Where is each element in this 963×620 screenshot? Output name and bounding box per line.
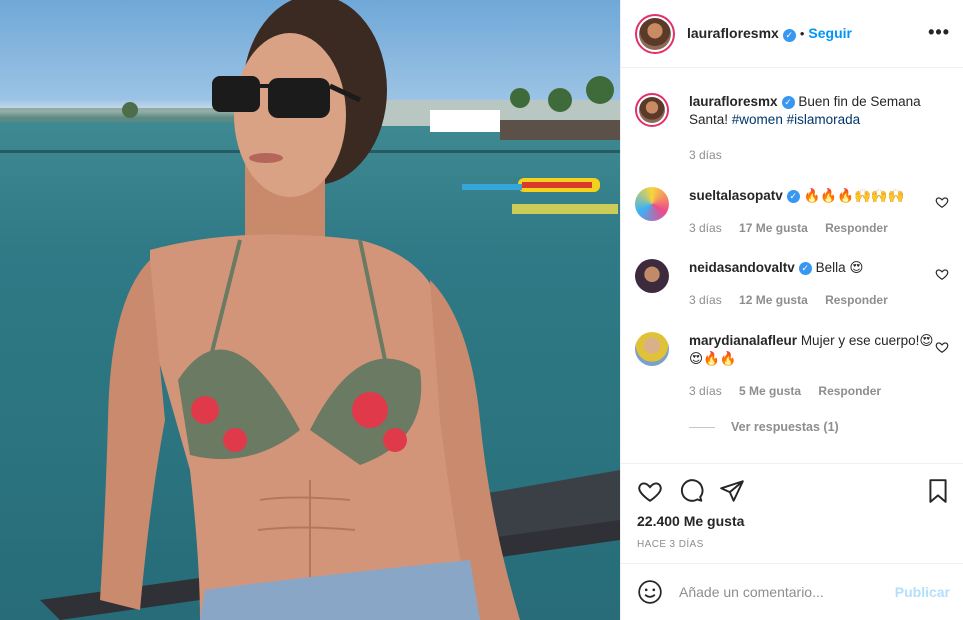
comment-avatar[interactable]: [635, 259, 669, 293]
author-info: laurafloresmx ✓ • Seguir: [687, 25, 852, 42]
caption-avatar[interactable]: [635, 93, 669, 127]
comment-text: marydianalafleur Mujer y ese cuerpo!😍😍🔥🔥: [689, 332, 939, 368]
caption-text: laurafloresmx ✓ Buen fin de Semana Santa!…: [689, 93, 939, 129]
post-photo-illustration: [0, 0, 620, 620]
post-photo[interactable]: [0, 0, 620, 620]
add-comment-bar: Añade un comentario... Publicar: [621, 563, 963, 620]
comment-avatar[interactable]: [635, 187, 669, 221]
author-avatar[interactable]: [635, 13, 675, 54]
verified-badge-icon: ✓: [786, 189, 800, 203]
reply-button[interactable]: Responder: [825, 221, 888, 235]
like-comment-heart-icon[interactable]: [935, 340, 949, 354]
like-comment-heart-icon[interactable]: [935, 267, 949, 281]
comment-likes[interactable]: 5 Me gusta: [739, 384, 801, 398]
publish-button[interactable]: Publicar: [895, 584, 950, 600]
comment-avatar[interactable]: [635, 332, 669, 366]
emoji-icon[interactable]: [637, 579, 663, 605]
more-options-icon[interactable]: •••: [928, 22, 950, 43]
like-heart-icon[interactable]: [637, 478, 663, 504]
view-replies-label: Ver respuestas (1): [731, 420, 839, 434]
comments-list[interactable]: laurafloresmx ✓ Buen fin de Semana Santa!…: [621, 69, 963, 462]
like-comment-heart-icon[interactable]: [935, 195, 949, 209]
comment-username[interactable]: neidasandovaltv: [689, 260, 795, 275]
comment-likes[interactable]: 17 Me gusta: [739, 221, 808, 235]
reply-button[interactable]: Responder: [818, 384, 881, 398]
comment-meta: 3 días 5 Me gusta Responder: [689, 384, 895, 398]
caption-time: 3 días: [689, 148, 722, 162]
caption-username[interactable]: laurafloresmx: [689, 94, 778, 109]
comment-text: sueltalasopatv ✓ 🔥🔥🔥🙌🙌🙌: [689, 187, 939, 205]
caption-hashtags[interactable]: #women #islamorada: [732, 112, 860, 127]
comment-likes[interactable]: 12 Me gusta: [739, 293, 808, 307]
comment-time: 3 días: [689, 293, 722, 307]
posted-time: HACE 3 DÍAS: [637, 539, 704, 550]
caption-meta: 3 días: [689, 148, 736, 162]
verified-badge-icon: ✓: [782, 28, 796, 42]
share-send-icon[interactable]: [719, 478, 745, 504]
replies-divider: [689, 427, 715, 429]
comment-text: neidasandovaltv ✓ Bella 😍: [689, 259, 939, 277]
verified-badge-icon: ✓: [781, 95, 795, 109]
comment-time: 3 días: [689, 221, 722, 235]
comment-username[interactable]: marydianalafleur: [689, 333, 797, 348]
author-username[interactable]: laurafloresmx: [687, 25, 779, 41]
comment-meta: 3 días 12 Me gusta Responder: [689, 293, 902, 307]
verified-badge-icon: ✓: [798, 261, 812, 275]
comment-input[interactable]: Añade un comentario...: [679, 584, 895, 600]
post-actions: 22.400 Me gusta HACE 3 DÍAS: [621, 463, 963, 563]
save-bookmark-icon[interactable]: [925, 478, 951, 504]
comment-body: Bella 😍: [815, 260, 864, 275]
view-replies-button[interactable]: Ver respuestas (1): [689, 420, 839, 434]
post-header: laurafloresmx ✓ • Seguir •••: [621, 0, 963, 68]
comment-username[interactable]: sueltalasopatv: [689, 188, 783, 203]
comment-bubble-icon[interactable]: [678, 478, 704, 504]
reply-button[interactable]: Responder: [825, 293, 888, 307]
separator-dot: •: [799, 26, 805, 42]
comment-body: 🔥🔥🔥🙌🙌🙌: [803, 188, 905, 203]
comment-meta: 3 días 17 Me gusta Responder: [689, 221, 902, 235]
post-sidebar: laurafloresmx ✓ • Seguir ••• laurafloresmx ✓…: [620, 0, 963, 620]
follow-button[interactable]: Seguir: [808, 25, 852, 41]
comment-time: 3 días: [689, 384, 722, 398]
likes-count[interactable]: 22.400 Me gusta: [637, 513, 744, 529]
